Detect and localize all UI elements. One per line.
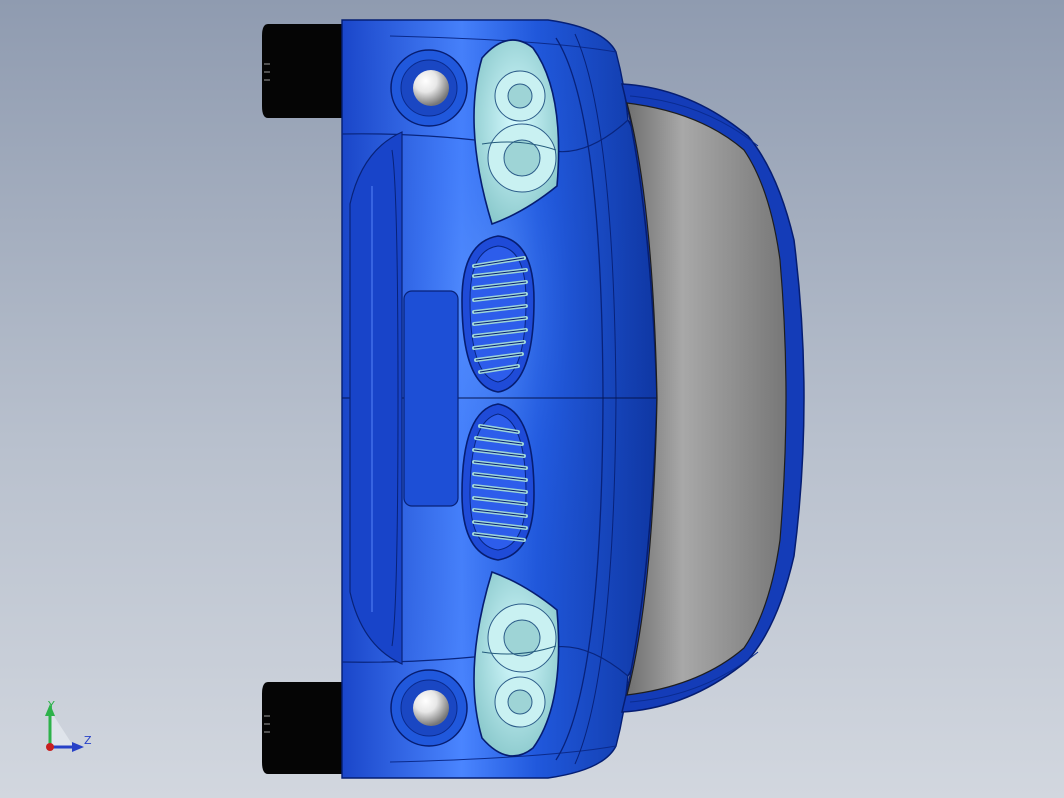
front-bumper-panel: [349, 131, 403, 665]
fog-light-top: [390, 49, 468, 127]
z-axis-label: Z: [84, 734, 92, 747]
kidney-grille-top: [461, 235, 535, 393]
kidney-grille-bottom: [461, 403, 535, 561]
license-plate-area: [403, 290, 459, 507]
orientation-triad: Y Z: [38, 700, 98, 760]
y-axis-label: Y: [48, 699, 55, 712]
fog-light-bottom: [390, 669, 468, 747]
triad-graphic: [45, 704, 84, 752]
car-model-view[interactable]: [0, 0, 1064, 798]
3d-viewport[interactable]: Y Z: [0, 0, 1064, 798]
